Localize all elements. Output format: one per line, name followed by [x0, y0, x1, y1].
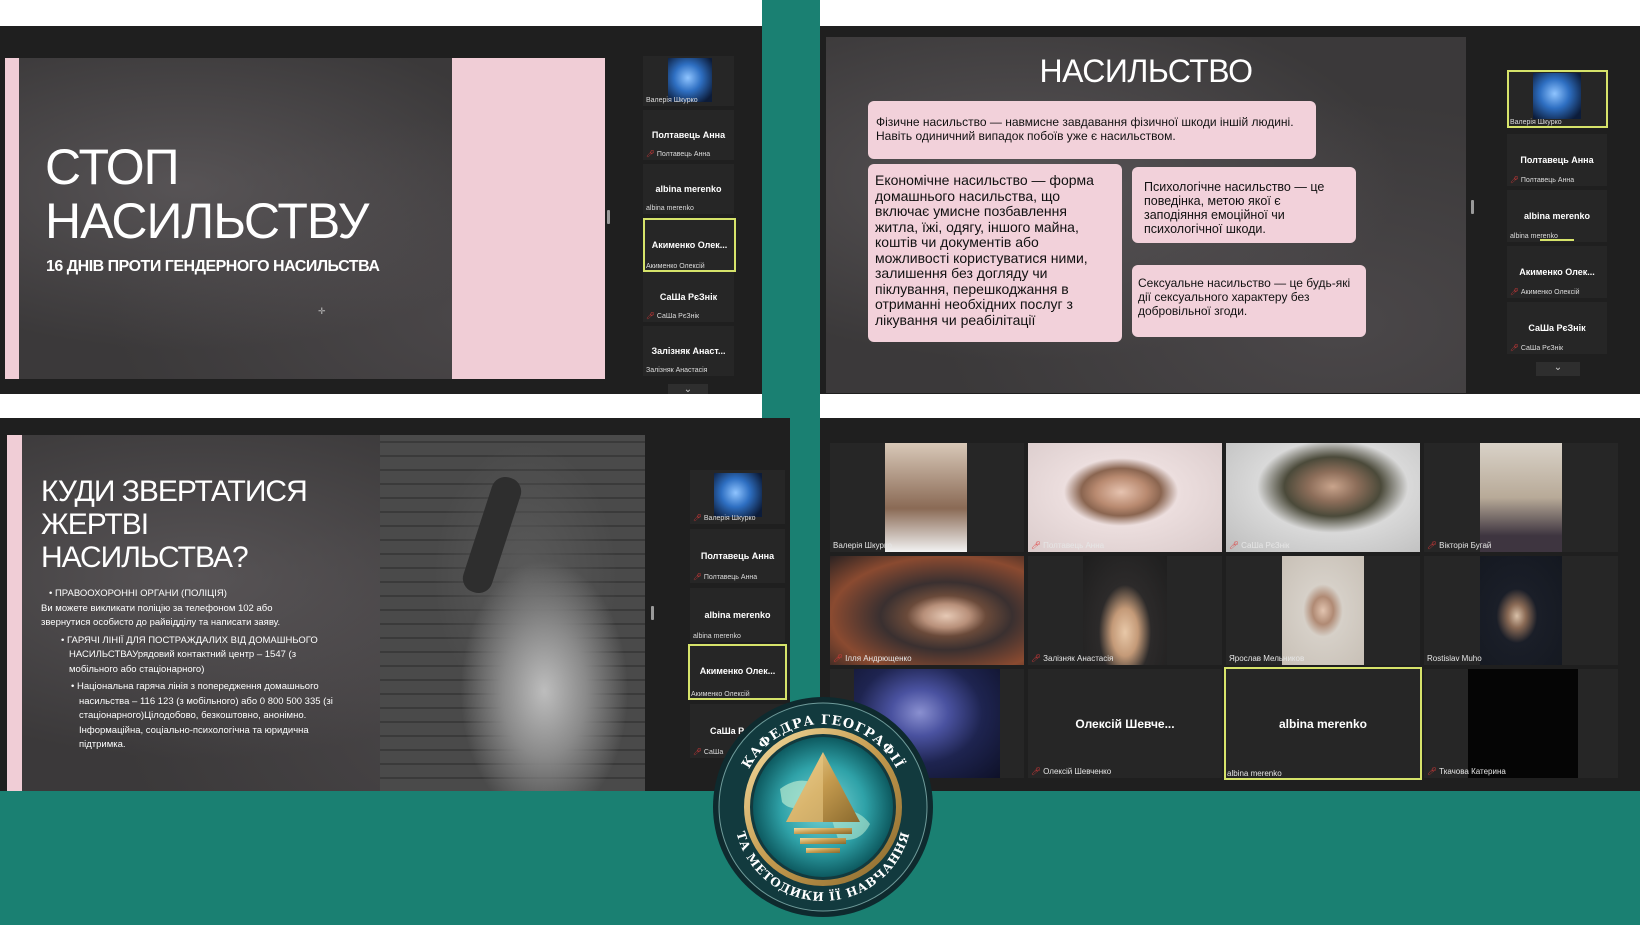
participant-tile-valeriia[interactable]: 🎤︎ Валерія Шкурко — [690, 470, 785, 524]
slide-title: СТОП НАСИЛЬСТВУ — [45, 139, 369, 249]
video-tile-zalizniak[interactable]: 🎤︎ Залізняк Анастасія — [1028, 556, 1222, 665]
globe-emblem-icon: КАФЕДРА ГЕОГРАФІЇ ТА МЕТОДИКИ ЇЇ НАВЧАНН… — [713, 697, 933, 917]
video-tile-oleksii[interactable]: Олексій Шевче... 🎤︎ Олексій Шевченко — [1028, 669, 1222, 778]
participant-video — [1083, 556, 1167, 665]
participant-video — [1468, 669, 1578, 778]
slide-subtitle: 16 ДНІВ ПРОТИ ГЕНДЕРНОГО НАСИЛЬСТВА — [46, 258, 380, 275]
box-economic-violence: Економічне насильство — форма домашнього… — [868, 164, 1122, 342]
slide-stop-violence: СТОП НАСИЛЬСТВУ 16 ДНІВ ПРОТИ ГЕНДЕРНОГО… — [5, 58, 605, 379]
mic-off-icon: 🎤︎ — [1031, 654, 1042, 663]
mid-white-bar-right — [820, 394, 1640, 418]
participant-video — [1533, 73, 1581, 119]
mic-off-icon: 🎤︎ — [1031, 767, 1042, 776]
mic-off-icon: 🎤︎ — [693, 515, 702, 522]
mic-off-icon: 🎤︎ — [1510, 289, 1519, 296]
splitter-handle[interactable] — [651, 606, 654, 620]
splitter-handle[interactable] — [1471, 200, 1474, 214]
participant-tile-akymenko[interactable]: Акименко Олек... Акименко Олексій — [643, 218, 736, 272]
participant-tile-valeriia[interactable]: Валерія Шкурко — [643, 56, 734, 106]
slide-where-to-turn: КУДИ ЗВЕРТАТИСЯ ЖЕРТВІ НАСИЛЬСТВА? • ПРА… — [7, 435, 645, 791]
chevron-down-icon[interactable]: ⌄ — [1536, 362, 1580, 376]
participant-tile-akymenko[interactable]: Акименко Олек... 🎤︎ Акименко Олексій — [1507, 246, 1607, 298]
participant-tile-sasha[interactable]: СаШа РєЗнік 🎤︎ СаШа РєЗнік — [1507, 302, 1607, 354]
participant-tile-albina[interactable]: albina merenko albina merenko — [690, 588, 785, 642]
participant-video — [1480, 443, 1562, 552]
participant-tile-poltavets[interactable]: Полтавець Анна 🎤︎ Полтавець Анна — [690, 529, 785, 583]
video-tile-yaroslav[interactable]: Ярослав Мельников — [1226, 556, 1420, 665]
participant-tile-poltavets[interactable]: Полтавець Анна 🎤︎ Полтавець Анна — [1507, 134, 1607, 186]
participant-video — [1480, 556, 1562, 665]
video-tile-viktoriia[interactable]: 🎤︎ Вікторія Бугай — [1424, 443, 1618, 552]
mic-off-icon: 🎤︎ — [1510, 177, 1519, 184]
splitter-handle[interactable] — [607, 210, 610, 224]
video-tile-rostislav[interactable]: Rostislav Muho — [1424, 556, 1618, 665]
mic-off-icon: 🎤︎ — [1031, 541, 1042, 550]
box-physical-violence: Фізичне насильство — навмисне завдавання… — [868, 101, 1316, 159]
participant-video — [1282, 556, 1364, 665]
mic-off-icon: 🎤︎ — [693, 749, 702, 756]
screenshot-panel-3: КУДИ ЗВЕРТАТИСЯ ЖЕРТВІ НАСИЛЬСТВА? • ПРА… — [0, 418, 790, 791]
mic-off-icon: 🎤︎ — [1510, 345, 1519, 352]
mic-off-icon: 🎤︎ — [1427, 541, 1438, 550]
video-tile-valeriia[interactable]: Валерія Шкурко — [830, 443, 1024, 552]
mic-off-icon: 🎤︎ — [646, 151, 655, 158]
slide-left-strip — [7, 435, 22, 791]
participant-video — [1028, 443, 1222, 552]
participant-video — [830, 556, 1024, 665]
participant-tile-valeriia[interactable]: Валерія Шкурко — [1507, 70, 1608, 128]
cursor-icon: ✛ — [318, 306, 326, 316]
department-logo: КАФЕДРА ГЕОГРАФІЇ ТА МЕТОДИКИ ЇЇ НАВЧАНН… — [710, 694, 936, 920]
slide-title: НАСИЛЬСТВО — [1039, 53, 1253, 89]
video-tile-albina[interactable]: albina merenko albina merenko — [1224, 667, 1422, 780]
box-psychological-violence: Психологічне насильство — це поведінка, … — [1132, 167, 1356, 243]
mic-off-icon: 🎤︎ — [833, 654, 844, 663]
mid-white-bar-left — [0, 394, 762, 418]
mic-off-icon: 🎤︎ — [693, 574, 702, 581]
participant-tile-albina[interactable]: albina merenko albina merenko — [1507, 190, 1607, 242]
mic-off-icon: 🎤︎ — [1229, 541, 1240, 550]
video-tile-illia[interactable]: 🎤︎ Ілля Андрющенко — [830, 556, 1024, 665]
participant-video — [668, 58, 712, 102]
slide-violence-types: НАСИЛЬСТВО Фізичне насильство — навмисне… — [826, 37, 1466, 393]
mic-off-icon: 🎤︎ — [646, 313, 655, 320]
slide-body: • ПРАВООХОРОННІ ОРГАНИ (ПОЛІЦІЯ) Ви може… — [41, 588, 333, 750]
participant-tile-poltavets[interactable]: Полтавець Анна 🎤︎ Полтавець Анна — [643, 110, 734, 160]
participant-tile-akymenko[interactable]: Акименко Олек... Акименко Олексій — [688, 644, 787, 700]
screenshot-panel-1: СТОП НАСИЛЬСТВУ 16 ДНІВ ПРОТИ ГЕНДЕРНОГО… — [0, 26, 762, 394]
participant-video — [1226, 443, 1420, 552]
top-white-bar-left — [0, 0, 762, 26]
video-tile-poltavets[interactable]: 🎤︎ Полтавець Анна — [1028, 443, 1222, 552]
box-sexual-violence: Сексуальне насильство — це будь-які дії … — [1132, 265, 1366, 337]
participant-tile-sasha[interactable]: СаШа РєЗнік 🎤︎ СаШа РєЗнік — [643, 272, 734, 322]
speaking-indicator — [1540, 239, 1574, 241]
slide-right-panel — [452, 58, 605, 379]
video-tile-tkachova[interactable]: 🎤︎ Ткачова Катерина — [1424, 669, 1618, 778]
participant-tile-zalizniak[interactable]: Залізняк Анаст... Залізняк Анастасія — [643, 326, 734, 376]
screenshot-panel-4: Валерія Шкурко 🎤︎ Полтавець Анна 🎤︎ СаШа Р… — [820, 418, 1640, 791]
screenshot-panel-2: НАСИЛЬСТВО Фізичне насильство — навмисне… — [820, 26, 1640, 394]
slide-left-strip — [5, 58, 19, 379]
participant-video — [714, 473, 762, 517]
top-white-bar-right — [820, 0, 1640, 26]
participant-tile-albina[interactable]: albina merenko albina merenko — [643, 164, 734, 214]
mic-off-icon: 🎤︎ — [1427, 767, 1438, 776]
video-tile-sasha[interactable]: 🎤︎ СаШа РєЗнік — [1226, 443, 1420, 552]
chevron-down-icon[interactable]: ⌄ — [668, 384, 708, 394]
participant-video — [885, 443, 967, 552]
slide-title: КУДИ ЗВЕРТАТИСЯ ЖЕРТВІ НАСИЛЬСТВА? — [41, 475, 308, 574]
